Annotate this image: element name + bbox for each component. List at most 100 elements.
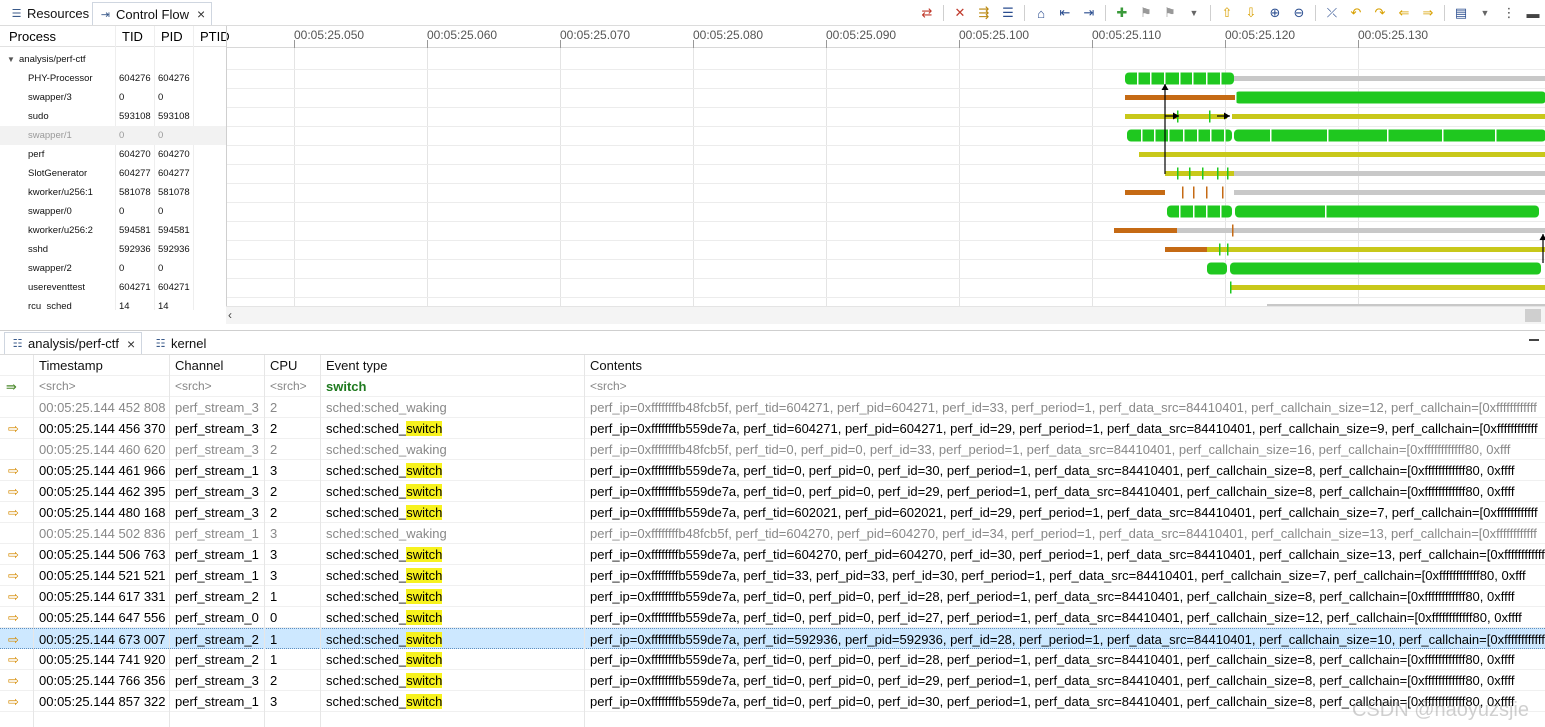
next-process-icon[interactable]: ⇩: [1239, 2, 1263, 24]
process-row[interactable]: swapper/000: [0, 202, 226, 221]
tab-analysis-perf-ctf[interactable]: ☷ analysis/perf-ctf ×: [4, 332, 142, 354]
next-event-icon[interactable]: ⇥: [1077, 2, 1101, 24]
prev-process-icon[interactable]: ⇧: [1215, 2, 1239, 24]
next-marker-icon[interactable]: ⇒: [1416, 2, 1440, 24]
table-row[interactable]: ⇨00:05:25.144 506 763perf_stream_13sched…: [0, 544, 1545, 565]
more-icon[interactable]: ⋮: [1497, 2, 1521, 24]
prev-event-icon[interactable]: ⇤: [1053, 2, 1077, 24]
state-bar[interactable]: [1127, 130, 1232, 142]
column-header-contents[interactable]: Contents: [585, 355, 1545, 376]
state-bar[interactable]: [1230, 285, 1545, 290]
column-header-tid[interactable]: TID: [122, 29, 143, 44]
search-field-cpu[interactable]: <srch>: [265, 376, 319, 397]
zoom-in-icon[interactable]: ⊕: [1263, 2, 1287, 24]
timeline-panel[interactable]: 00:05:25.05000:05:25.06000:05:25.07000:0…: [226, 26, 1545, 310]
table-row[interactable]: ⇨00:05:25.144 617 331perf_stream_21sched…: [0, 586, 1545, 607]
state-bar[interactable]: [1232, 114, 1545, 119]
follow-arrow-back-icon[interactable]: ↶: [1344, 2, 1368, 24]
minimize-icon[interactable]: ▬: [1521, 2, 1545, 24]
column-header-pid[interactable]: PID: [161, 29, 183, 44]
table-row[interactable]: ⇨00:05:25.144 521 521perf_stream_13sched…: [0, 565, 1545, 586]
next-bookmark-icon[interactable]: ⚑: [1158, 2, 1182, 24]
list-icon[interactable]: ☰: [996, 2, 1020, 24]
prev-marker-icon[interactable]: ⇐: [1392, 2, 1416, 24]
state-bar[interactable]: [1125, 95, 1235, 100]
state-bar[interactable]: [1125, 190, 1165, 195]
search-field-contents[interactable]: <srch>: [585, 376, 1545, 397]
prev-bookmark-icon[interactable]: ⚑: [1134, 2, 1158, 24]
table-row[interactable]: ⇨00:05:25.144 461 966perf_stream_13sched…: [0, 460, 1545, 481]
state-bar[interactable]: [1234, 76, 1545, 81]
expand-icon[interactable]: ▼: [7, 55, 15, 64]
table-row[interactable]: ⇨00:05:25.144 741 920perf_stream_21sched…: [0, 649, 1545, 670]
state-bar[interactable]: [1114, 228, 1177, 233]
process-row[interactable]: PHY-Processor604276604276: [0, 69, 226, 88]
state-chart[interactable]: [227, 48, 1545, 310]
state-bar[interactable]: [1230, 263, 1541, 275]
trace-root-row[interactable]: ▼ analysis/perf-ctf: [0, 50, 226, 69]
search-field-timestamp[interactable]: <srch>: [34, 376, 168, 397]
table-row[interactable]: ⇨00:05:25.144 647 556perf_stream_00sched…: [0, 607, 1545, 628]
home-icon[interactable]: ⌂: [1029, 2, 1053, 24]
state-bar[interactable]: [1235, 92, 1545, 104]
process-row[interactable]: kworker/u256:1581078581078: [0, 183, 226, 202]
process-row[interactable]: rcu_sched1414: [0, 297, 226, 310]
process-row[interactable]: sudo593108593108: [0, 107, 226, 126]
add-bookmark-icon[interactable]: ✚: [1110, 2, 1134, 24]
table-row[interactable]: ⇨00:05:25.144 857 322perf_stream_13sched…: [0, 691, 1545, 712]
column-header-event-type[interactable]: Event type: [321, 355, 583, 376]
filter-icon[interactable]: ⇛: [6, 379, 17, 395]
state-bar[interactable]: [1234, 171, 1545, 176]
search-field-event-type[interactable]: switch: [321, 376, 583, 397]
process-row[interactable]: swapper/100: [0, 126, 226, 145]
process-row[interactable]: sshd592936592936: [0, 240, 226, 259]
state-bar[interactable]: [1207, 263, 1227, 275]
state-bar[interactable]: [1165, 247, 1207, 252]
zoom-out-icon[interactable]: ⊖: [1287, 2, 1311, 24]
table-row[interactable]: 00:05:25.144 460 620perf_stream_32sched:…: [0, 439, 1545, 460]
layout-icon[interactable]: ▤: [1449, 2, 1473, 24]
follow-arrow-forward-icon[interactable]: ↷: [1368, 2, 1392, 24]
view-menu-icon[interactable]: ▼: [1473, 2, 1497, 24]
process-row[interactable]: perf604270604270: [0, 145, 226, 164]
state-bar[interactable]: [1234, 130, 1545, 142]
chevron-down-icon[interactable]: ▼: [1182, 2, 1206, 24]
tab-control-flow[interactable]: ⇥ Control Flow ×: [92, 2, 212, 25]
process-row[interactable]: kworker/u256:2594581594581: [0, 221, 226, 240]
state-bar[interactable]: [1207, 247, 1545, 252]
state-bar[interactable]: [1167, 206, 1232, 218]
table-row[interactable]: ⇨00:05:25.144 766 356perf_stream_32sched…: [0, 670, 1545, 691]
process-row[interactable]: swapper/200: [0, 259, 226, 278]
time-scale[interactable]: 00:05:25.05000:05:25.06000:05:25.07000:0…: [227, 26, 1545, 48]
column-header-process[interactable]: Process: [9, 29, 56, 44]
minimize-icon[interactable]: [1529, 339, 1539, 341]
column-header-channel[interactable]: Channel: [170, 355, 264, 376]
close-icon[interactable]: ×: [197, 6, 205, 22]
optimize-icon[interactable]: ⇶: [972, 2, 996, 24]
hide-arrows-icon[interactable]: ✕: [948, 2, 972, 24]
scrollbar-thumb[interactable]: [1525, 309, 1541, 322]
close-icon[interactable]: ×: [127, 336, 135, 352]
hide-arrows-toggle-icon[interactable]: ⤫: [1320, 2, 1344, 24]
sync-icon[interactable]: ⇄: [915, 2, 939, 24]
table-row[interactable]: ⇨00:05:25.144 673 007perf_stream_21sched…: [0, 628, 1545, 649]
process-row[interactable]: SlotGenerator604277604277: [0, 164, 226, 183]
column-header-cpu[interactable]: CPU: [265, 355, 319, 376]
state-bar[interactable]: [1234, 190, 1545, 195]
tab-resources[interactable]: ☰ Resources: [4, 2, 95, 25]
state-bar[interactable]: [1139, 152, 1545, 157]
tab-kernel[interactable]: ☷ kernel: [148, 332, 212, 354]
state-bar[interactable]: [1235, 206, 1539, 218]
state-bar[interactable]: [1165, 171, 1234, 176]
column-header-timestamp[interactable]: Timestamp: [34, 355, 168, 376]
search-field-channel[interactable]: <srch>: [170, 376, 264, 397]
table-row[interactable]: ⇨00:05:25.144 456 370perf_stream_32sched…: [0, 418, 1545, 439]
process-row[interactable]: swapper/300: [0, 88, 226, 107]
scroll-left-icon[interactable]: ‹: [228, 308, 232, 322]
horizontal-scrollbar[interactable]: ‹: [226, 306, 1545, 324]
table-row[interactable]: 00:05:25.144 502 836perf_stream_13sched:…: [0, 523, 1545, 544]
process-row[interactable]: usereventtest604271604271: [0, 278, 226, 297]
table-row[interactable]: ⇨00:05:25.144 480 168perf_stream_32sched…: [0, 502, 1545, 523]
table-row[interactable]: 00:05:25.144 452 808perf_stream_32sched:…: [0, 397, 1545, 418]
table-row[interactable]: ⇨00:05:25.144 462 395perf_stream_32sched…: [0, 481, 1545, 502]
